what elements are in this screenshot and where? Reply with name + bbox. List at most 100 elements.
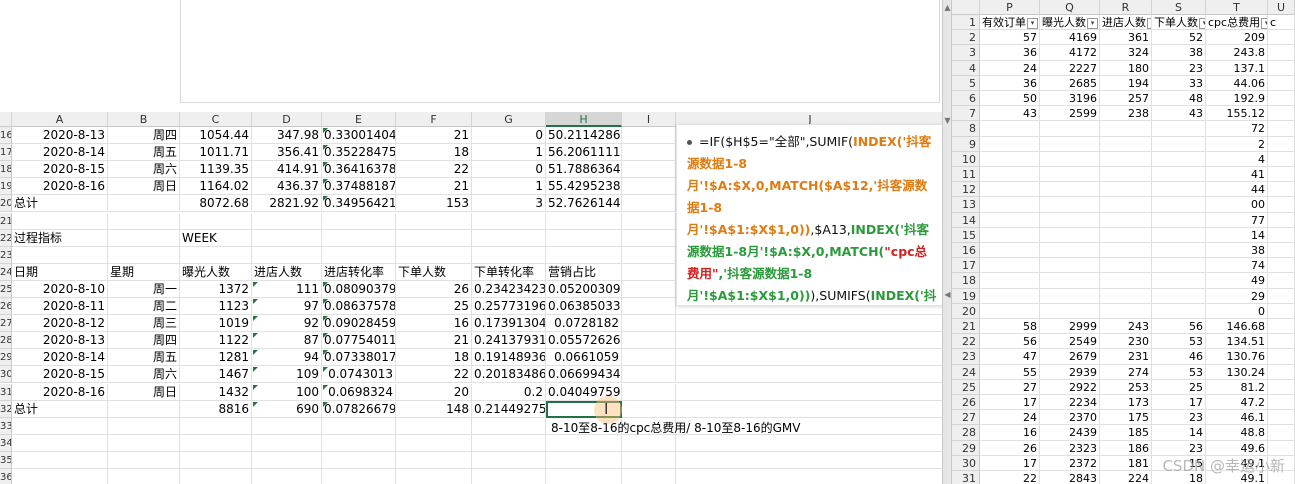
grid-cell[interactable] [252, 451, 322, 469]
grid-cell[interactable] [1152, 288, 1206, 304]
grid-cell[interactable] [1268, 30, 1295, 46]
grid-cell[interactable] [1268, 136, 1295, 152]
row-header[interactable]: 28 [0, 332, 12, 350]
row-header[interactable]: 16 [0, 127, 12, 145]
grid-cell[interactable] [180, 434, 252, 452]
column-header-c[interactable]: C [180, 112, 252, 127]
grid-cell[interactable]: 18 [396, 144, 472, 162]
row-header[interactable]: 30 [0, 366, 12, 384]
grid-cell[interactable]: 46.1 [1206, 410, 1268, 426]
grid-cell[interactable] [1152, 197, 1206, 213]
grid-cell[interactable] [1268, 60, 1295, 76]
row-header[interactable]: 29 [952, 440, 980, 456]
grid-cell[interactable]: 2999 [1040, 319, 1100, 335]
grid-cell[interactable]: 0.37488187 [322, 178, 396, 196]
grid-cell[interactable] [1040, 182, 1100, 198]
grid-cell[interactable]: 130.76 [1206, 349, 1268, 365]
grid-cell[interactable]: 2549 [1040, 334, 1100, 350]
grid-cell[interactable] [1268, 121, 1295, 137]
grid-cell[interactable] [676, 400, 945, 418]
column-header-b[interactable]: B [108, 112, 180, 127]
grid-cell[interactable] [1040, 243, 1100, 259]
grid-cell[interactable] [1268, 349, 1295, 365]
grid-cell[interactable]: 0.33001404 [322, 127, 396, 144]
filter-header-cell[interactable]: 曝光人数 ▾ [1040, 15, 1100, 31]
grid-cell[interactable]: 27 [980, 379, 1040, 395]
grid-cell[interactable] [1100, 212, 1152, 228]
grid-cell[interactable]: 2370 [1040, 410, 1100, 426]
row-header[interactable]: 35 [0, 451, 12, 469]
grid-cell[interactable] [1268, 379, 1295, 395]
grid-cell[interactable] [1100, 258, 1152, 274]
grid-cell[interactable]: 94 [252, 349, 322, 367]
grid-cell[interactable] [1268, 197, 1295, 213]
grid-cell[interactable]: 0.23423423 [472, 280, 546, 298]
grid-cell[interactable] [1100, 182, 1152, 198]
grid-cell[interactable] [676, 434, 945, 452]
grid-cell[interactable]: 1122 [180, 332, 252, 350]
row-header[interactable]: 36 [0, 469, 12, 484]
column-title[interactable]: 进店转化率 [322, 263, 396, 281]
row-header[interactable]: 25 [0, 280, 12, 298]
grid-cell[interactable] [980, 197, 1040, 213]
grid-cell[interactable] [1040, 227, 1100, 243]
grid-cell[interactable] [180, 212, 252, 230]
grid-cell[interactable]: 0.35228475 [322, 144, 396, 162]
grid-cell[interactable]: 3196 [1040, 91, 1100, 107]
grid-cell[interactable]: 22 [396, 161, 472, 179]
grid-cell[interactable] [12, 469, 108, 484]
grid-cell[interactable] [322, 434, 396, 452]
grid-cell[interactable]: 0.07754011 [322, 332, 396, 350]
grid-cell[interactable]: 周五 [108, 144, 180, 162]
grid-cell[interactable] [546, 469, 622, 484]
grid-cell[interactable]: 8816 [180, 400, 252, 418]
grid-cell[interactable] [546, 229, 622, 247]
grid-cell[interactable] [1100, 288, 1152, 304]
grid-cell[interactable] [1152, 212, 1206, 228]
grid-cell[interactable]: 2599 [1040, 106, 1100, 122]
row-header[interactable]: 1 [952, 15, 980, 31]
grid-cell[interactable]: 74 [1206, 258, 1268, 274]
grid-cell[interactable] [252, 434, 322, 452]
window-splitter[interactable]: ▲ ▼ ◀ [942, 0, 952, 484]
grid-cell[interactable]: 2323 [1040, 440, 1100, 456]
column-title[interactable]: 日期 [12, 263, 108, 281]
grid-cell[interactable] [1268, 273, 1295, 289]
grid-cell[interactable]: 周三 [108, 315, 180, 333]
grid-cell[interactable]: 0.09028459 [322, 315, 396, 333]
grid-cell[interactable]: 324 [1100, 45, 1152, 61]
grid-cell[interactable]: 0.08637578 [322, 298, 396, 315]
grid-cell[interactable]: 2843 [1040, 471, 1100, 484]
grid-cell[interactable]: 0.05572626 [546, 332, 622, 350]
row-header[interactable]: 7 [952, 106, 980, 122]
column-header-i[interactable]: I [622, 112, 676, 127]
grid-cell[interactable]: 20 [396, 383, 472, 401]
grid-cell[interactable]: 2939 [1040, 364, 1100, 380]
grid-cell[interactable] [252, 212, 322, 230]
filter-header-cell[interactable]: c [1268, 15, 1295, 31]
row-header[interactable]: 18 [952, 273, 980, 289]
grid-cell[interactable] [1152, 182, 1206, 198]
grid-cell[interactable] [1268, 288, 1295, 304]
grid-cell[interactable] [622, 280, 676, 298]
row-header[interactable]: 27 [952, 410, 980, 426]
grid-cell[interactable]: 173 [1100, 395, 1152, 411]
grid-cell[interactable]: 1011.71 [180, 144, 252, 162]
grid-cell[interactable]: 51.7886364 [546, 161, 622, 179]
grid-cell[interactable] [622, 161, 676, 179]
grid-cell[interactable]: 1139.35 [180, 161, 252, 179]
grid-cell[interactable] [980, 273, 1040, 289]
grid-cell[interactable] [622, 434, 676, 452]
grid-cell[interactable] [108, 229, 180, 247]
row-header[interactable]: 29 [0, 349, 12, 367]
grid-cell[interactable]: 22 [396, 366, 472, 384]
column-header-t[interactable]: T [1206, 0, 1268, 15]
grid-cell[interactable] [1152, 167, 1206, 183]
row-header[interactable]: 27 [0, 315, 12, 333]
grid-cell[interactable]: 周五 [108, 349, 180, 367]
grid-cell[interactable] [108, 434, 180, 452]
grid-cell[interactable]: 81.2 [1206, 379, 1268, 395]
grid-cell[interactable]: 2020-8-15 [12, 161, 108, 179]
grid-cell[interactable] [1268, 167, 1295, 183]
row-header[interactable]: 19 [0, 178, 12, 196]
